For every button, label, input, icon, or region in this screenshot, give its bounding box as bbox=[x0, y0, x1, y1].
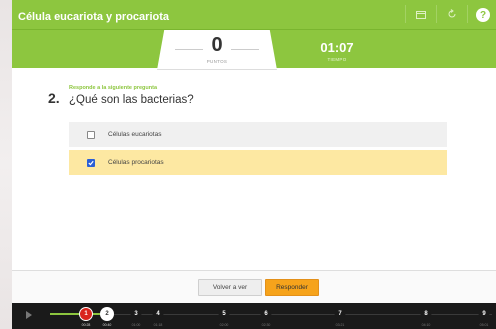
timeline-marker-1[interactable]: 1 bbox=[79, 307, 93, 321]
checkbox-checked[interactable] bbox=[87, 158, 95, 167]
timeline-marker-9[interactable]: 9 bbox=[478, 308, 490, 319]
play-icon[interactable] bbox=[26, 311, 32, 319]
option-label: Células eucariotas bbox=[108, 131, 162, 138]
question-text: ¿Qué son las bacterias? bbox=[69, 94, 194, 106]
timeline-time-3: 01:00 bbox=[131, 323, 141, 327]
score-value: 0 bbox=[211, 34, 223, 56]
help-icon: ? bbox=[476, 8, 490, 22]
toolbar-separator bbox=[467, 5, 468, 23]
timeline-marker-3[interactable]: 3 bbox=[130, 308, 142, 319]
timeline-marker-2[interactable]: 2 bbox=[100, 307, 114, 321]
action-bar: Volver a ver Responder bbox=[12, 270, 496, 303]
question-instruction: Responde a la siguiente pregunta bbox=[69, 85, 158, 91]
calendar-icon[interactable] bbox=[410, 5, 432, 23]
timer-label: TIEMPO bbox=[327, 57, 347, 62]
timeline-time-8: 04:10 bbox=[421, 323, 431, 327]
timeline-marker-6[interactable]: 6 bbox=[260, 308, 272, 319]
timeline-time-9: 05:01 bbox=[479, 323, 489, 327]
option-procariotas[interactable]: Células procariotas bbox=[69, 150, 447, 175]
timeline-marker-5[interactable]: 5 bbox=[218, 308, 230, 319]
check-icon bbox=[88, 160, 94, 165]
option-eucariotas[interactable]: Células eucariotas bbox=[69, 122, 447, 147]
back-button[interactable]: Volver a ver bbox=[198, 279, 262, 296]
toolbar-separator bbox=[436, 5, 437, 23]
score-label: PUNTOS bbox=[206, 59, 228, 64]
timeline-time-7: 03:21 bbox=[335, 323, 345, 327]
timeline-time-6: 02:30 bbox=[261, 323, 271, 327]
quiz-app: Célula eucariota y procariota ? 0 PUNTOS… bbox=[12, 0, 496, 329]
activity-title: Célula eucariota y procariota bbox=[18, 11, 169, 23]
timeline-time-5: 02:00 bbox=[219, 323, 229, 327]
timeline-time-4: 01:18 bbox=[153, 323, 163, 327]
timeline-time-2: 00:40 bbox=[102, 323, 112, 327]
timeline-marker-7[interactable]: 7 bbox=[334, 308, 346, 319]
option-label: Células procariotas bbox=[108, 159, 164, 166]
answer-button[interactable]: Responder bbox=[265, 279, 319, 296]
video-timeline[interactable]: 1 00:28 2 00:40 3 01:00 4 01:18 5 02:00 … bbox=[12, 303, 496, 329]
header-divider bbox=[12, 29, 496, 30]
question-number: 2. bbox=[48, 90, 60, 106]
timeline-marker-4[interactable]: 4 bbox=[152, 308, 164, 319]
checkbox[interactable] bbox=[87, 130, 95, 139]
refresh-icon[interactable] bbox=[441, 5, 463, 23]
help-button[interactable]: ? bbox=[472, 5, 494, 23]
timeline-time-1: 00:28 bbox=[81, 323, 91, 327]
toolbar-separator bbox=[405, 5, 406, 23]
timer-value: 01:07 bbox=[320, 40, 354, 55]
header-toolbar: ? bbox=[405, 5, 494, 23]
left-decoration bbox=[0, 0, 12, 329]
score-panel: 0 PUNTOS bbox=[157, 30, 277, 70]
timeline-marker-8[interactable]: 8 bbox=[420, 308, 432, 319]
answer-options: Células eucariotas Células procariotas bbox=[69, 122, 447, 178]
